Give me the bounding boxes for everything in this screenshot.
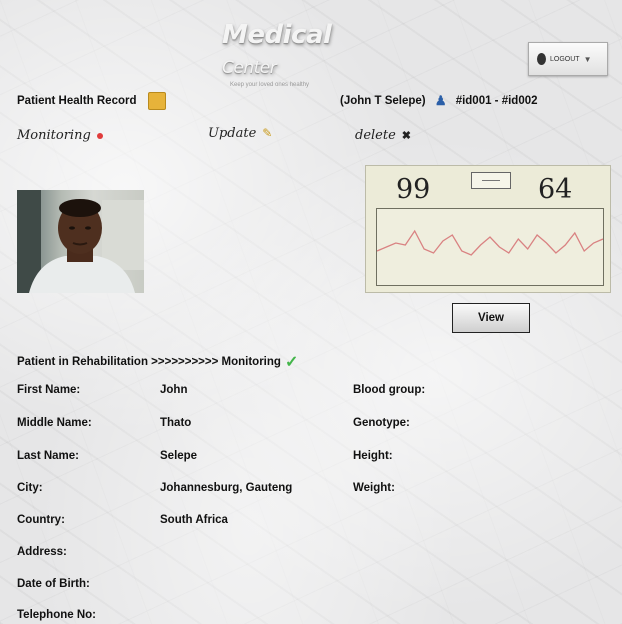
- red-dot-icon: [96, 132, 103, 139]
- record-title-row: Patient Health Record: [17, 92, 166, 110]
- folder-icon[interactable]: [147, 92, 166, 110]
- field-label-first-name: First Name:: [17, 384, 81, 396]
- field-label-telephone: Telephone No:: [17, 609, 97, 621]
- monitor-waveform: [376, 208, 604, 286]
- update-label: Update: [208, 126, 257, 141]
- checkmark-icon: ✓: [284, 354, 299, 371]
- patient-photo: [17, 190, 144, 293]
- monitor-right-value: 64: [538, 174, 573, 205]
- monitoring-link[interactable]: Monitoring: [17, 128, 103, 143]
- logo-title: Medical Center: [222, 20, 382, 80]
- close-icon: ✖: [401, 129, 412, 142]
- waveform-trace: [376, 229, 604, 256]
- chevron-down-icon: ▼: [583, 54, 592, 64]
- delete-label: delete: [355, 128, 396, 143]
- medical-center-logo: Medical Center Keep your loved ones heal…: [222, 20, 382, 88]
- field-label-weight: Weight:: [353, 482, 395, 494]
- field-value-first-name: John: [160, 384, 188, 396]
- field-label-genotype: Genotype:: [353, 417, 410, 429]
- patient-tag: (John T Selepe): [340, 95, 426, 108]
- field-label-blood-group: Blood group:: [353, 384, 426, 396]
- logout-label: LOGOUT: [550, 55, 580, 63]
- monitoring-label: Monitoring: [17, 128, 91, 143]
- logout-button[interactable]: LOGOUT ▼: [528, 42, 608, 76]
- field-label-middle-name: Middle Name:: [17, 417, 92, 429]
- update-link[interactable]: Update ✎: [208, 126, 272, 141]
- logo-tagline: Keep your loved ones healthy: [230, 82, 310, 88]
- status-line: Patient in Rehabilitation >>>>>>>>>> Mon…: [17, 356, 281, 369]
- waveform-chart: [376, 229, 604, 256]
- view-button[interactable]: View: [452, 303, 530, 333]
- field-label-height: Height:: [353, 450, 393, 462]
- logo-sub: Center: [222, 58, 277, 78]
- pencil-icon: ✎: [262, 126, 273, 140]
- patient-photo-image: [17, 190, 144, 293]
- logout-icon: [537, 53, 546, 65]
- record-title: Patient Health Record: [17, 95, 137, 108]
- delete-link[interactable]: delete ✖: [355, 128, 411, 143]
- field-label-last-name: Last Name:: [17, 450, 79, 462]
- field-value-middle-name: Thato: [160, 417, 192, 429]
- patient-ids: #id001 - #id002: [455, 95, 538, 108]
- field-value-last-name: Selepe: [160, 450, 198, 462]
- monitor-left-value: 99: [396, 174, 431, 205]
- field-label-address: Address:: [17, 546, 67, 558]
- vital-signs-monitor: 99 64: [365, 165, 611, 293]
- person-icon: ♟: [434, 93, 447, 108]
- field-value-city: Johannesburg, Gauteng: [160, 482, 293, 494]
- status-row: Patient in Rehabilitation >>>>>>>>>> Mon…: [17, 352, 298, 372]
- logo-main: Medical: [222, 20, 332, 50]
- field-value-country: South Africa: [160, 514, 228, 526]
- patient-tag-row: (John T Selepe) ♟ #id001 - #id002: [340, 93, 538, 109]
- field-label-country: Country:: [17, 514, 65, 526]
- monitor-mode-indicator: [471, 172, 511, 189]
- field-label-city: City:: [17, 482, 43, 494]
- field-label-date-of-birth: Date of Birth:: [17, 578, 90, 590]
